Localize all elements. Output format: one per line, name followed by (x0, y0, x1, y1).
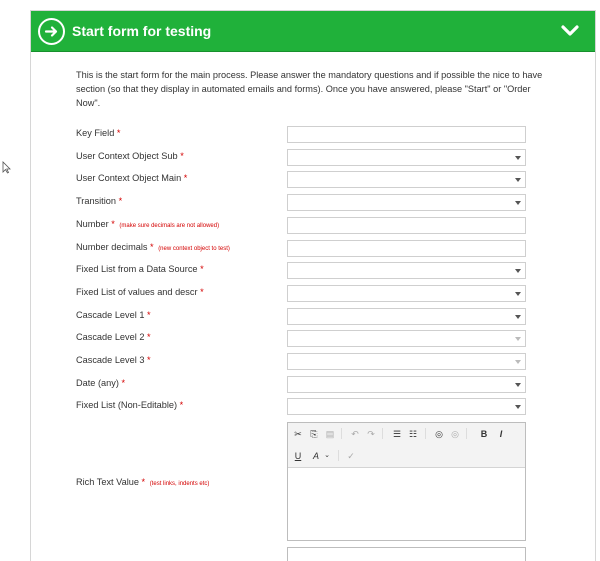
paste-icon[interactable]: ▤ (323, 427, 337, 441)
dropdown-select[interactable] (287, 398, 526, 415)
field-label: Number decimals (76, 242, 148, 252)
required-marker: * (147, 355, 151, 365)
form-row: Number decimals * (new context object to… (76, 240, 576, 257)
required-marker: * (183, 173, 188, 183)
form-row: Fixed List (Non-Editable) *i (76, 398, 576, 415)
intro-text: This is the start form for the main proc… (76, 70, 543, 108)
field-label: Fixed List from a Data Source (76, 264, 198, 274)
chevron-down-icon[interactable] (561, 24, 579, 37)
mouse-cursor-icon (2, 161, 11, 174)
dropdown-arrow-icon (515, 269, 521, 273)
toolbar-divider (425, 428, 426, 439)
editor-toolbar: ✂ ⎘ ▤ ↶ ↷ ☰ ☷ ◎ ◎ B I U A ⌄ ✓ (288, 423, 525, 468)
numbered-list-icon[interactable]: ☰ (390, 427, 404, 441)
dropdown-select[interactable] (287, 262, 526, 279)
required-marker: * (121, 378, 126, 388)
required-marker: * (150, 242, 154, 252)
form-row: Fixed List from a Data Source *i (76, 262, 576, 279)
field-label: Fixed List (Non-Editable) (76, 400, 178, 410)
form-row: Key Field *i (76, 126, 576, 143)
dropdown-select[interactable] (287, 376, 526, 393)
rich-text-editor[interactable]: ✂ ⎘ ▤ ↶ ↷ ☰ ☷ ◎ ◎ B I U A ⌄ ✓ (287, 422, 526, 541)
form-row: Cascade Level 2 *i (76, 330, 576, 347)
field-label: Cascade Level 1 (76, 310, 145, 320)
dropdown-arrow-icon (515, 292, 521, 296)
field-note: (make sure decimals are not allowed) (119, 223, 220, 229)
required-marker: * (200, 264, 204, 274)
dropdown-select[interactable] (287, 330, 526, 347)
field-label: User Context Object Sub (76, 151, 178, 161)
dropdown-select[interactable] (287, 149, 526, 166)
spellcheck-icon[interactable]: ✓ (344, 449, 358, 463)
field-label: Key Field (76, 128, 115, 138)
field-label: Number (76, 219, 109, 229)
dropdown-arrow-icon (515, 337, 521, 341)
link-icon[interactable]: ◎ (432, 427, 446, 441)
required-marker: * (179, 400, 184, 410)
form-row: User Context Object Main *i (76, 171, 576, 188)
required-marker: * (147, 310, 151, 320)
form-row: User Context Object Sub *i (76, 149, 576, 166)
dropdown-select[interactable] (287, 308, 526, 325)
dropdown-arrow-icon (515, 178, 521, 182)
toolbar-divider (382, 428, 383, 439)
text-input[interactable] (287, 126, 526, 143)
dropdown-select[interactable] (287, 353, 526, 370)
field-label: Cascade Level 2 (76, 332, 145, 342)
dropdown-select[interactable] (287, 171, 526, 188)
undo-icon[interactable]: ↶ (348, 427, 362, 441)
dropdown-arrow-icon (515, 201, 521, 205)
form-row: Cascade Level 3 *i (76, 353, 576, 370)
required-marker: * (118, 196, 123, 206)
required-marker: * (147, 332, 151, 342)
form-title: Start form for testing (72, 23, 212, 39)
redo-icon[interactable]: ↷ (364, 427, 378, 441)
form-row: Transition *i (76, 194, 576, 211)
form-row: Fixed List of values and descr *i (76, 285, 576, 302)
toolbar-divider (466, 428, 467, 439)
chevron-down-icon[interactable]: ⌄ (320, 449, 334, 463)
required-marker: * (141, 477, 146, 487)
field-label: Fixed List of values and descr (76, 287, 198, 297)
unlink-icon[interactable]: ◎ (448, 427, 462, 441)
italic-button[interactable]: I (494, 427, 508, 441)
bulleted-list-icon[interactable]: ☷ (406, 427, 420, 441)
field-note: (new context object to test) (158, 246, 230, 252)
dropdown-select[interactable] (287, 285, 526, 302)
form-row: Number * (make sure decimals are not all… (76, 217, 576, 234)
form-header[interactable]: Start form for testing (31, 11, 595, 52)
field-label: Date (any) (76, 378, 119, 388)
dropdown-select[interactable] (287, 194, 526, 211)
text-area-field[interactable] (287, 547, 526, 561)
required-marker: * (180, 151, 184, 161)
form-row: Cascade Level 1 *i (76, 308, 576, 325)
toolbar-divider (341, 428, 342, 439)
field-label: Cascade Level 3 (76, 355, 145, 365)
form-row: Date (any) *i (76, 376, 576, 393)
dropdown-arrow-icon (515, 360, 521, 364)
dropdown-arrow-icon (515, 315, 521, 319)
dropdown-arrow-icon (515, 156, 521, 160)
start-form-panel: Start form for testing This is the start… (30, 10, 596, 561)
arrow-right-circle-icon (38, 18, 65, 45)
copy-icon[interactable]: ⎘ (307, 427, 321, 441)
toolbar-divider (338, 450, 339, 461)
required-marker: * (116, 128, 121, 138)
field-label: Transition (76, 196, 116, 206)
text-input[interactable] (287, 217, 526, 234)
required-marker: * (200, 287, 204, 297)
field-label: Rich Text Value (76, 477, 139, 487)
bold-button[interactable]: B (477, 427, 491, 441)
underline-button[interactable]: U (291, 449, 305, 463)
dropdown-arrow-icon (515, 383, 521, 387)
field-label: User Context Object Main (76, 173, 182, 183)
dropdown-arrow-icon (515, 405, 521, 409)
text-input[interactable] (287, 240, 526, 257)
cut-icon[interactable]: ✂ (291, 427, 305, 441)
field-note: (test links, indents etc) (149, 481, 210, 487)
required-marker: * (111, 219, 115, 229)
